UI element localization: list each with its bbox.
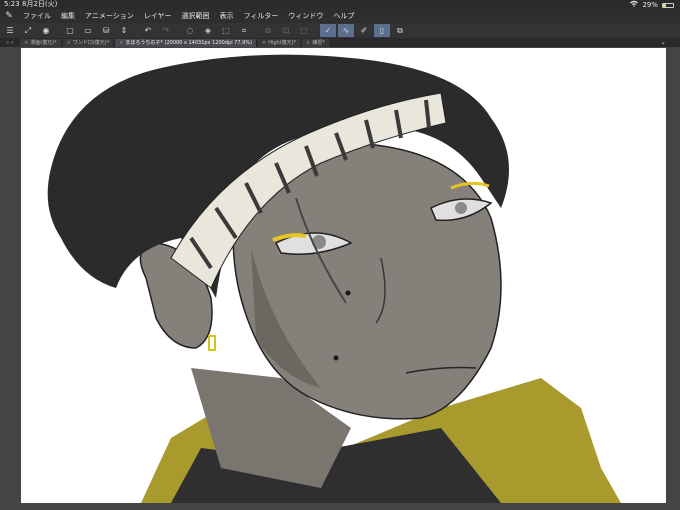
menu-window[interactable]: ウィンドウ	[283, 11, 328, 21]
draw-icon[interactable]: ✐	[356, 24, 372, 37]
illustration	[47, 54, 621, 503]
redo-icon[interactable]: ↷	[158, 24, 174, 37]
tab-label: まほろうちの子* (20000 x 14031px 1200dpi 77.9%)	[125, 39, 253, 46]
open-folder-icon[interactable]: ▭	[80, 24, 96, 37]
eye-icon[interactable]: ◉	[38, 24, 54, 37]
tab-mahoro[interactable]: × まほろうちの子* (20000 x 14031px 1200dpi 77.9%…	[115, 38, 257, 47]
tab-bar: » « × 漫画(復元)* × ワンド口(復元)* × まほろうちの子* (20000…	[0, 38, 680, 47]
close-icon[interactable]: ×	[119, 40, 123, 46]
drawing-canvas[interactable]	[21, 48, 666, 503]
undo-icon[interactable]: ↶	[140, 24, 156, 37]
menu-help[interactable]: ヘルプ	[328, 11, 359, 21]
phone-icon[interactable]: ▯	[374, 24, 390, 37]
tab-practice[interactable]: × 練習*	[302, 38, 329, 47]
menu-edit[interactable]: 編集	[56, 11, 80, 21]
close-icon[interactable]: ×	[306, 40, 310, 46]
transform-icon[interactable]: ⤢	[20, 24, 36, 37]
tab-wand[interactable]: × ワンド口(復元)*	[62, 38, 114, 47]
battery-level	[663, 3, 666, 7]
close-icon[interactable]: ×	[24, 40, 28, 46]
tab-label: 練習*	[312, 39, 325, 46]
square-icon[interactable]: □	[296, 24, 312, 37]
tab-label: ワンド口(復元)*	[72, 39, 110, 46]
menu-animation[interactable]: アニメーション	[80, 11, 139, 21]
menu-layer[interactable]: レイヤー	[139, 11, 177, 21]
menu-filter[interactable]: フィルター	[239, 11, 284, 21]
close-icon[interactable]: ×	[262, 40, 266, 46]
chevron-down-icon[interactable]: ⌄	[660, 38, 666, 47]
select-icon[interactable]: ◌	[182, 24, 198, 37]
tab-manga[interactable]: × 漫画(復元)*	[20, 38, 61, 47]
mole-upper	[345, 290, 351, 296]
status-bar: 5:23 8月2日(火) 29%	[0, 0, 680, 9]
menu-bar: ✎ ファイル 編集 アニメーション レイヤー 選択範囲 表示 フィルター ウィン…	[0, 9, 680, 23]
menu-selection[interactable]: 選択範囲	[177, 11, 215, 21]
crop-icon[interactable]: ⌗	[236, 24, 252, 37]
tab-label: 漫画(復元)*	[30, 39, 57, 46]
status-time: 5:23	[4, 0, 20, 8]
fill-icon[interactable]: ◈	[200, 24, 216, 37]
canvas-area[interactable]	[0, 47, 680, 510]
tab-label: High(復元)*	[268, 39, 297, 46]
right-iris	[455, 202, 467, 214]
status-date: 8月2日(火)	[22, 0, 58, 8]
copy-icon[interactable]: ⧉	[392, 24, 408, 37]
tab-scroll-icon[interactable]: » «	[0, 40, 20, 46]
mole-lower	[333, 355, 339, 361]
curve-icon[interactable]: ∿	[338, 24, 354, 37]
snap-icon[interactable]: ⬚	[218, 24, 234, 37]
toolbar: ☰ ⤢ ◉ ▢ ▭ ⛁ ⇕ ↶ ↷ ◌ ◈ ⬚ ⌗ ⊘ ⊡ □ ✓ ∿ ✐ ▯ …	[0, 23, 680, 38]
brush-icon[interactable]: ⊡	[278, 24, 294, 37]
battery-icon	[662, 2, 674, 8]
menu-file[interactable]: ファイル	[18, 11, 56, 21]
hamburger-menu-icon[interactable]: ☰	[2, 24, 18, 37]
ruler-icon[interactable]: ⊘	[260, 24, 276, 37]
new-file-icon[interactable]: ▢	[62, 24, 78, 37]
save-icon[interactable]: ⛁	[98, 24, 114, 37]
stepper-icon[interactable]: ⇕	[116, 24, 132, 37]
menu-view[interactable]: 表示	[215, 11, 239, 21]
pen-icon[interactable]: ✓	[320, 24, 336, 37]
close-icon[interactable]: ×	[67, 40, 71, 46]
tab-high[interactable]: × High(復元)*	[258, 38, 301, 47]
earring	[208, 335, 216, 351]
app-logo-icon[interactable]: ✎	[0, 11, 18, 21]
